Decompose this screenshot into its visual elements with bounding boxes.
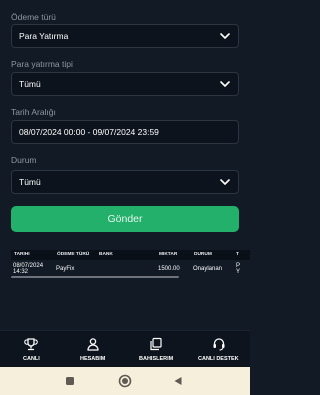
payment-type-select[interactable]: Para Yatırma: [11, 24, 239, 48]
back-button[interactable]: [173, 376, 183, 386]
chevron-down-icon: [220, 33, 230, 39]
date-range-input[interactable]: 08/07/2024 00:00 - 09/07/2024 23:59: [11, 120, 239, 144]
deposit-type-label: Para yatırma tipi: [11, 59, 73, 69]
user-icon: [87, 338, 99, 351]
submit-button[interactable]: Gönder: [11, 206, 239, 232]
row-status: Onaylanan: [193, 266, 223, 272]
column-header-date: TARIHI: [14, 252, 30, 257]
nav-label: CANLI: [23, 356, 40, 362]
headset-icon: [213, 338, 225, 351]
recents-button[interactable]: [66, 377, 74, 385]
row-amount: 1500.00: [158, 266, 180, 272]
nav-item-live[interactable]: CANLI: [0, 331, 62, 368]
date-range-value: 08/07/2024 00:00 - 09/07/2024 23:59: [19, 127, 159, 137]
row-time: 14:32: [13, 269, 29, 275]
home-button[interactable]: [118, 374, 132, 388]
column-header-amount: MIKTAR: [159, 252, 178, 257]
bottom-nav: CANLI HESABIM BAHISLERIM CANLI DESTEK: [0, 330, 250, 367]
nav-item-account[interactable]: HESABIM: [62, 331, 124, 368]
deposit-type-select[interactable]: Tümü: [11, 72, 239, 96]
status-label: Durum: [11, 155, 37, 165]
payment-type-value: Para Yatırma: [19, 31, 69, 41]
nav-label: HESABIM: [80, 356, 106, 362]
status-select[interactable]: Tümü: [11, 170, 239, 194]
column-header-extra: T: [236, 252, 239, 257]
transactions-table: TARIHI ÖDEME TÜRÜ BANK MIKTAR DURUM T 08…: [11, 250, 250, 278]
deposit-type-value: Tümü: [19, 79, 41, 89]
system-navigation-bar: [0, 367, 250, 395]
nav-item-live-support[interactable]: CANLI DESTEK: [186, 331, 250, 368]
chevron-down-icon: [220, 179, 230, 185]
trophy-icon: [24, 338, 38, 351]
table-scrollbar[interactable]: [11, 276, 179, 278]
chevron-down-icon: [220, 81, 230, 87]
nav-label: BAHISLERIM: [139, 356, 174, 362]
column-header-bank: BANK: [99, 252, 113, 257]
payment-type-label: Ödeme türü: [11, 12, 56, 22]
nav-label: CANLI DESTEK: [198, 356, 239, 362]
status-value: Tümü: [19, 177, 41, 187]
column-header-payment-type: ÖDEME TÜRÜ: [57, 252, 90, 257]
date-range-label: Tarih Aralığı: [11, 107, 56, 117]
table-header: TARIHI ÖDEME TÜRÜ BANK MIKTAR DURUM T: [11, 250, 250, 260]
row-extra: Y: [236, 269, 241, 275]
row-payment-type: PayFix: [56, 266, 75, 272]
column-header-status: DURUM: [194, 252, 212, 257]
nav-item-my-bets[interactable]: BAHISLERIM: [124, 331, 186, 368]
bets-icon: [150, 337, 162, 351]
